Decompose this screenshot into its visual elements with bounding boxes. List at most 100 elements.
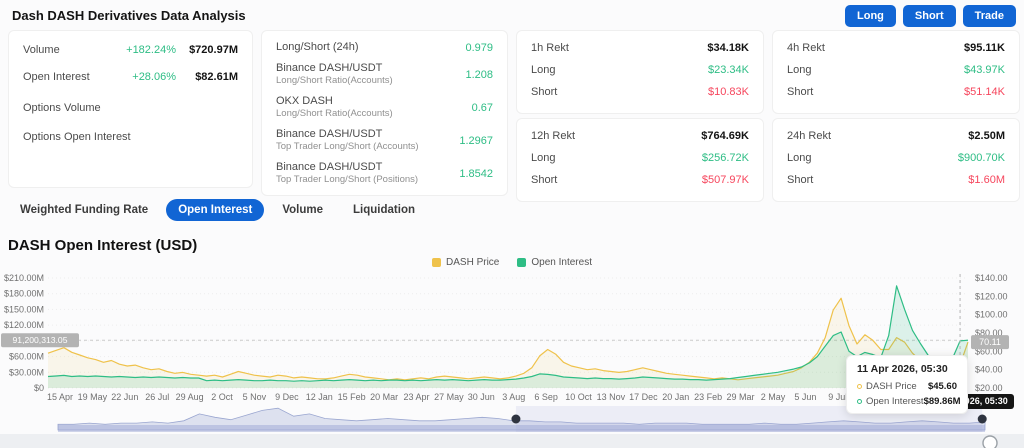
tooltip-series-value: $45.60 — [927, 381, 957, 392]
ratio-value: 1.2967 — [459, 134, 493, 147]
bottom-strip — [0, 434, 1024, 448]
stat-row-open-interest: Open Interest +28.06% $82.61M — [23, 71, 238, 83]
rekt-title: 4h Rekt — [787, 42, 825, 54]
rekt-short-value: $10.83K — [708, 86, 749, 98]
rekt-card-1h: 1h Rekt $34.18K Long $23.34K Short $10.8… — [516, 30, 764, 114]
tab-liquidation[interactable]: Liquidation — [341, 199, 427, 221]
x-axis-tick: 10 Oct — [565, 392, 592, 402]
rekt-short-value: $1.60M — [968, 174, 1005, 186]
right-axis-tick: $20.00 — [975, 383, 1003, 393]
stat-change: +182.24% — [126, 44, 176, 56]
x-axis-tick: 17 Dec — [629, 392, 658, 402]
short-button[interactable]: Short — [902, 5, 956, 27]
x-axis-tick: 12 Jan — [306, 392, 333, 402]
x-axis-tick: 2 May — [761, 392, 786, 402]
legend-item-dash-price[interactable]: DASH Price — [432, 257, 499, 268]
rekt-short-label: Short — [531, 174, 558, 186]
rekt-long-label: Long — [787, 152, 812, 164]
stat-label: Volume — [23, 44, 60, 56]
header-buttons: Long Short Trade — [845, 5, 1016, 27]
rekt-total: $34.18K — [707, 42, 749, 54]
ratio-title: Binance DASH/USDT — [276, 62, 383, 74]
stat-row-volume: Volume +182.24% $720.97M — [23, 44, 238, 56]
tooltip-series-name: Open Interest — [866, 396, 924, 407]
right-axis-tick: $40.00 — [975, 365, 1003, 375]
rekt-total: $764.69K — [701, 130, 749, 142]
stat-change: +28.06% — [132, 71, 176, 83]
x-axis-tick: 27 May — [434, 392, 464, 402]
rekt-card-24h: 24h Rekt $2.50M Long $900.70K Short $1.6… — [772, 118, 1020, 202]
navigator-handle-left[interactable] — [511, 414, 521, 424]
x-axis-tick: 13 Nov — [597, 392, 626, 402]
stat-label: Options Volume — [23, 102, 101, 114]
left-axis-tick: $30.00M — [9, 367, 44, 377]
navigator-handle-right[interactable] — [977, 414, 987, 424]
rekt-long-value: $43.97K — [964, 64, 1005, 76]
x-axis-tick: 5 Nov — [243, 392, 267, 402]
left-axis-tick: $150.00M — [4, 304, 44, 314]
x-axis-tick: 22 Jun — [111, 392, 138, 402]
tab-volume[interactable]: Volume — [270, 199, 335, 221]
x-axis-tick: 19 May — [78, 392, 108, 402]
x-axis-tick: 9 Jul — [828, 392, 847, 402]
tab-open-interest[interactable]: Open Interest — [166, 199, 265, 221]
rekt-short-label: Short — [787, 174, 814, 186]
price-dot-icon — [857, 384, 862, 389]
x-axis-tick: 20 Mar — [370, 392, 398, 402]
long-short-ratios-card: Long/Short (24h) 0.979 Binance DASH/USDT… — [261, 30, 508, 196]
rekt-long-value: $900.70K — [957, 152, 1005, 164]
open-interest-chart[interactable]: $210.00M$180.00M$150.00M$120.00M$90.00M$… — [0, 253, 1024, 448]
ratio-value: 1.208 — [465, 68, 493, 81]
x-axis-tick: 9 Dec — [275, 392, 299, 402]
ratio-value: 0.979 — [465, 41, 493, 54]
chart-tooltip: 11 Apr 2026, 05:30 DASH Price $45.60 Ope… — [846, 355, 968, 414]
left-axis-tick: $180.00M — [4, 289, 44, 299]
left-axis-tick: $0 — [34, 383, 44, 393]
stat-label: Options Open Interest — [23, 131, 131, 143]
long-button[interactable]: Long — [845, 5, 896, 27]
x-axis-tick: 2 Oct — [211, 392, 233, 402]
x-axis-tick: 15 Apr — [47, 392, 73, 402]
rekt-short-label: Short — [787, 86, 814, 98]
rekt-long-value: $23.34K — [708, 64, 749, 76]
right-axis-tick: $140.00 — [975, 273, 1008, 283]
chart-tabs: Weighted Funding Rate Open Interest Volu… — [8, 199, 427, 221]
stat-row-options-open-interest: Options Open Interest — [23, 131, 238, 143]
rekt-card-12h: 12h Rekt $764.69K Long $256.72K Short $5… — [516, 118, 764, 202]
x-axis-tick: 23 Apr — [403, 392, 429, 402]
rekt-card-4h: 4h Rekt $95.11K Long $43.97K Short $51.1… — [772, 30, 1020, 114]
open-interest-dot-icon — [857, 399, 862, 404]
rekt-total: $2.50M — [968, 130, 1005, 142]
x-axis-tick: 29 Aug — [176, 392, 204, 402]
ratio-subtitle: Long/Short Ratio(Accounts) — [276, 75, 393, 86]
rekt-title: 12h Rekt — [531, 130, 576, 142]
ratio-row: Binance DASH/USDT Long/Short Ratio(Accou… — [276, 62, 493, 87]
left-axis-tick: $120.00M — [4, 320, 44, 330]
ratio-value: 1.8542 — [459, 167, 493, 180]
rekt-long-label: Long — [531, 64, 556, 76]
rekt-title: 24h Rekt — [787, 130, 832, 142]
watermark-icon — [982, 435, 998, 448]
x-axis-tick: 6 Sep — [534, 392, 558, 402]
right-axis-tick: $120.00 — [975, 291, 1008, 301]
ratio-subtitle: Top Trader Long/Short (Positions) — [276, 174, 419, 185]
ratio-title: Binance DASH/USDT — [276, 161, 383, 173]
legend-swatch-icon — [517, 258, 527, 267]
x-axis-tick: 30 Jun — [468, 392, 495, 402]
ratio-subtitle: Long/Short Ratio(Accounts) — [276, 108, 393, 119]
rekt-long-label: Long — [531, 152, 556, 164]
x-axis-tick: 5 Jun — [794, 392, 816, 402]
legend-item-open-interest[interactable]: Open Interest — [517, 257, 592, 268]
tooltip-row-open-interest: Open Interest $89.86M — [857, 396, 961, 407]
x-axis-tick: 15 Feb — [338, 392, 366, 402]
legend-swatch-icon — [432, 258, 442, 267]
chart-legend: DASH Price Open Interest — [0, 257, 1024, 268]
ratio-row: Long/Short (24h) 0.979 — [276, 41, 493, 54]
rekt-title: 1h Rekt — [531, 42, 569, 54]
trade-button[interactable]: Trade — [962, 5, 1016, 27]
stat-value: $82.61M — [195, 71, 238, 83]
ratio-row: OKX DASH Long/Short Ratio(Accounts) 0.67 — [276, 95, 493, 120]
rekt-long-label: Long — [787, 64, 812, 76]
oi-current-badge-text: 91,200,313.05 — [13, 335, 68, 345]
tab-weighted-funding-rate[interactable]: Weighted Funding Rate — [8, 199, 160, 221]
